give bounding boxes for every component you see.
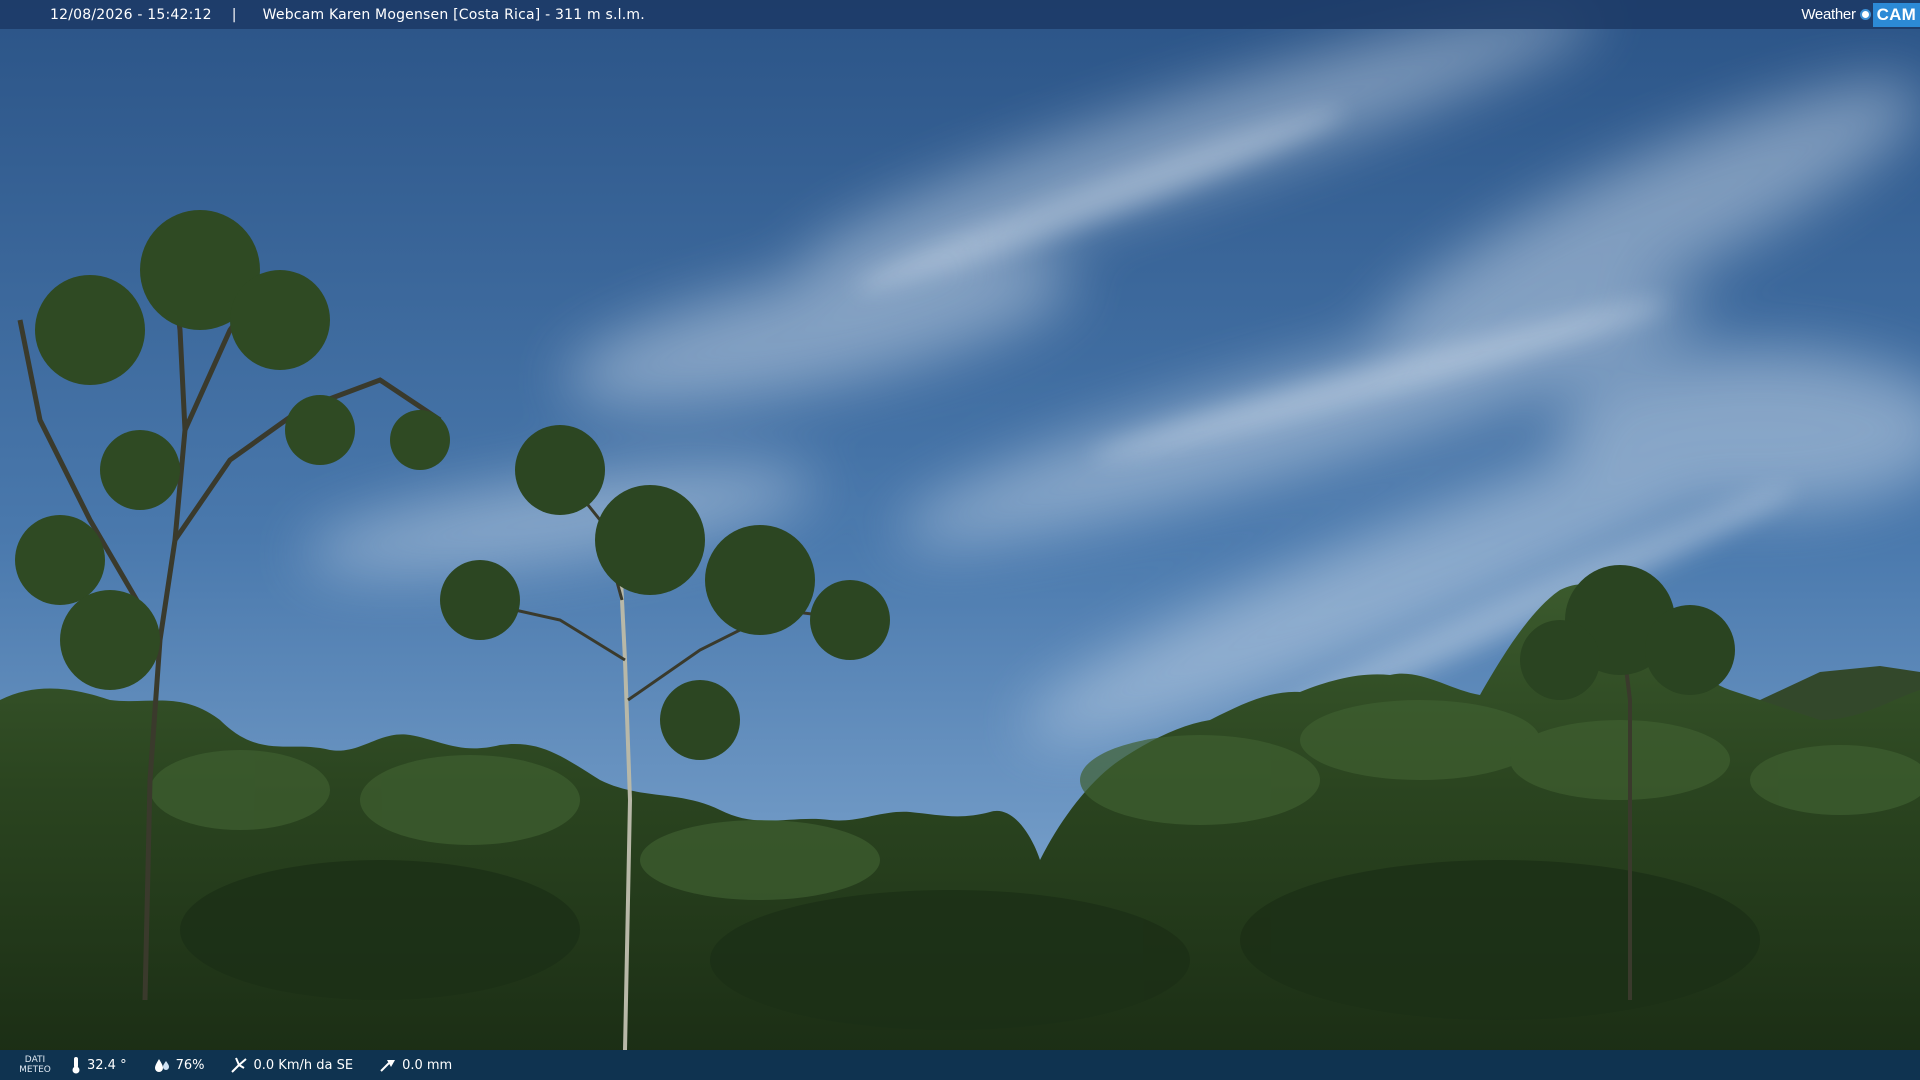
humidity-value: 76% (175, 1057, 205, 1073)
temperature-value: 32.4 ° (87, 1057, 127, 1073)
rain-value: 0.0 mm (402, 1057, 453, 1073)
rain-reading: 0.0 mm (379, 1057, 452, 1073)
rain-icon (380, 1060, 396, 1072)
wind-reading: 0.0 Km/h da SE (230, 1056, 353, 1074)
wind-icon (231, 1057, 248, 1073)
title-separator: | (231, 6, 237, 23)
logo-word-weather: Weather (1801, 6, 1856, 23)
logo-lens-icon (1859, 9, 1871, 20)
temperature-reading: 32.4 ° (70, 1056, 127, 1074)
weather-data-bar: DATI METEO 32.4 ° 76% 0.0 Km/h da SE 0.0… (0, 1050, 1920, 1080)
webcam-title: Webcam Karen Mogensen [Costa Rica] - 311… (262, 6, 645, 23)
dati-label-line1: DATI (24, 1055, 46, 1065)
top-info-bar: 12/08/2026 - 15:42:12 | Webcam Karen Mog… (0, 0, 1920, 29)
weathercam-logo: Weather CAM (1801, 0, 1920, 29)
thermometer-icon (72, 1057, 80, 1074)
humidity-reading: 76% (153, 1057, 205, 1073)
datetime-label: 12/08/2026 - 15:42:12 (50, 6, 212, 23)
logo-word-cam: CAM (1872, 2, 1920, 27)
webcam-image (0, 0, 1920, 1080)
wind-value: 0.0 Km/h da SE (253, 1057, 354, 1073)
dati-meteo-label: DATI METEO (0, 1055, 70, 1075)
humidity-icon (154, 1059, 169, 1072)
dati-label-line2: METEO (19, 1065, 51, 1075)
